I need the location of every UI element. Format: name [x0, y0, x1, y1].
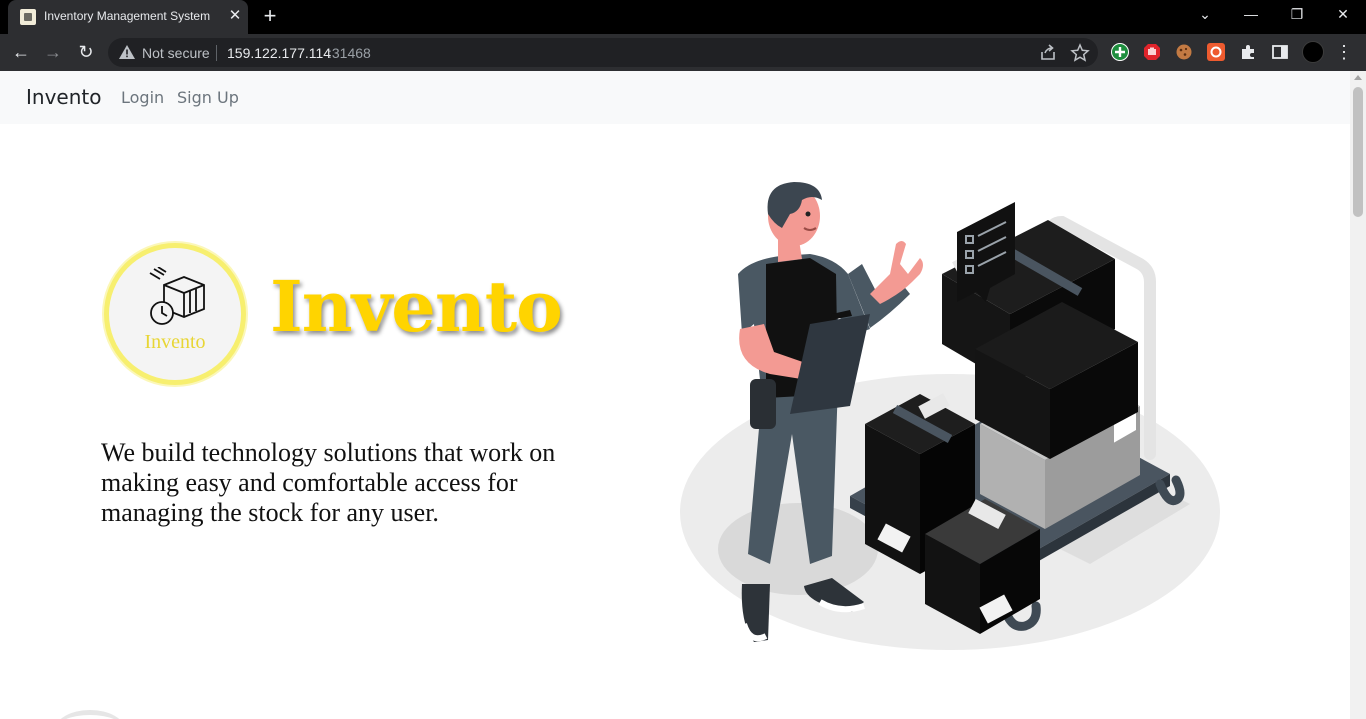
- page-scrollbar[interactable]: [1350, 71, 1366, 719]
- site-navbar: Invento Login Sign Up: [0, 71, 1350, 124]
- navbar-brand[interactable]: Invento: [26, 85, 101, 109]
- puzzle-icon[interactable]: [1239, 43, 1257, 61]
- forward-button[interactable]: →: [40, 39, 66, 65]
- reload-button[interactable]: ↻: [73, 39, 99, 65]
- browser-tab-strip: Inventory Management System ✕ + ⌄ — ❐ ✕: [0, 0, 1366, 34]
- tab-title: Inventory Management System: [44, 9, 211, 23]
- share-icon[interactable]: [1038, 43, 1058, 63]
- favicon-icon: [20, 9, 36, 25]
- address-bar[interactable]: Not secure 159.122.177.114 :31468: [108, 38, 1098, 67]
- nav-login-link[interactable]: Login: [121, 88, 164, 107]
- page-viewport: Invento Login Sign Up Invento Invento We…: [0, 71, 1350, 719]
- restore-icon[interactable]: ❐: [1274, 0, 1320, 30]
- kebab-menu-icon[interactable]: ⋮: [1334, 40, 1354, 64]
- worker-shadow: [718, 503, 878, 595]
- close-window-icon[interactable]: ✕: [1320, 0, 1366, 30]
- decorative-arc: [55, 710, 125, 719]
- scroll-thumb[interactable]: [1353, 87, 1363, 217]
- sidepanel-icon[interactable]: [1271, 43, 1289, 61]
- cookie-icon[interactable]: [1175, 43, 1193, 61]
- warning-icon[interactable]: [118, 44, 136, 60]
- nav-signup-link[interactable]: Sign Up: [177, 88, 239, 107]
- back-button[interactable]: ←: [8, 39, 34, 65]
- profile-avatar[interactable]: [1302, 41, 1324, 63]
- url-port[interactable]: :31468: [328, 45, 371, 61]
- hero-description: We build technology solutions that work …: [101, 438, 556, 527]
- logo-badge: Invento: [100, 239, 250, 389]
- scanner: [750, 379, 776, 429]
- url-host[interactable]: 159.122.177.114: [227, 45, 331, 61]
- extension-green-icon[interactable]: [1111, 43, 1129, 61]
- security-label[interactable]: Not secure: [142, 45, 210, 61]
- scroll-up-arrow-icon[interactable]: [1354, 75, 1362, 80]
- minimize-icon[interactable]: —: [1228, 0, 1274, 30]
- badge-text: Invento: [144, 331, 206, 353]
- star-icon[interactable]: [1070, 43, 1090, 63]
- omnibox-divider: [216, 45, 217, 61]
- extension-orange-icon[interactable]: [1207, 43, 1225, 61]
- hero-title: Invento: [270, 265, 563, 348]
- tab-search-icon[interactable]: ⌄: [1182, 0, 1228, 30]
- warehouse-illustration: [680, 182, 1220, 650]
- browser-toolbar: ← → ↻ Not secure 159.122.177.114 :31468: [0, 34, 1366, 71]
- boxes-clock-icon: [149, 267, 205, 325]
- browser-tab[interactable]: Inventory Management System ✕: [8, 0, 248, 34]
- new-tab-button[interactable]: +: [258, 5, 282, 29]
- extension-red-hand-icon[interactable]: [1143, 43, 1161, 61]
- tab-close-icon[interactable]: ✕: [226, 7, 244, 25]
